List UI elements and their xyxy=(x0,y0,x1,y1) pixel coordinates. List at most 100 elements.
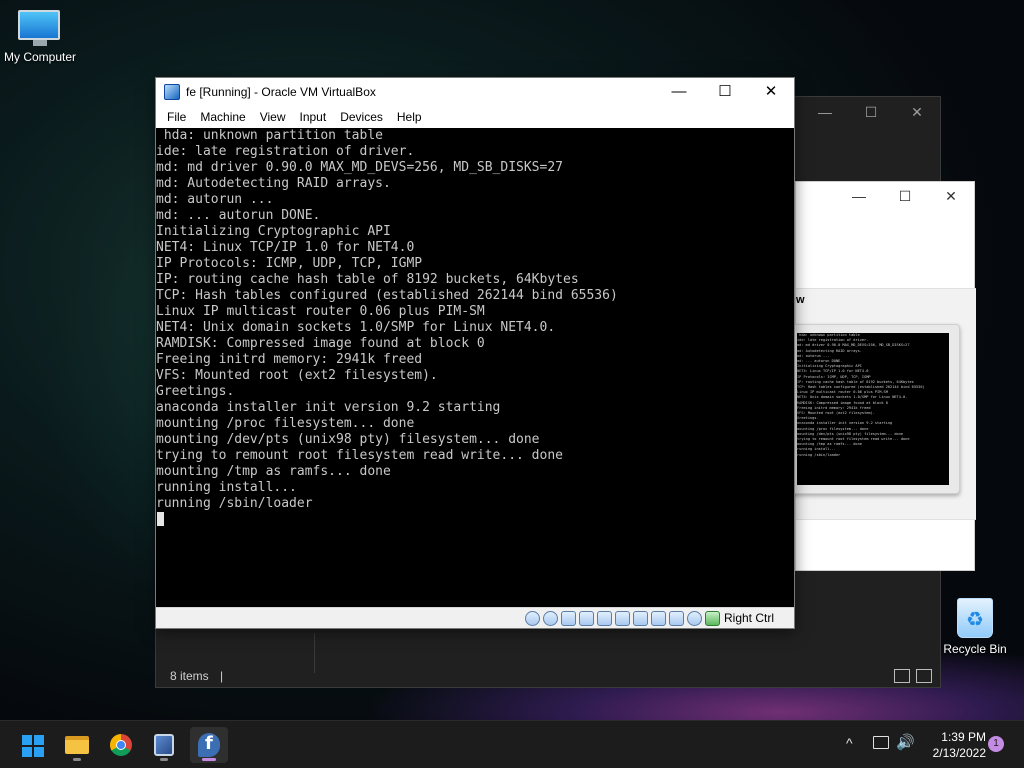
folder-icon xyxy=(65,736,89,754)
dialog-window-controls: — ☐ ✕ xyxy=(836,182,974,210)
text-cursor xyxy=(157,512,164,526)
clock-time: 1:39 PM xyxy=(941,730,986,744)
tiles-view-icon[interactable] xyxy=(916,669,932,683)
recording-icon[interactable] xyxy=(651,611,666,626)
console-line: running install... xyxy=(156,480,297,495)
close-button[interactable]: ✕ xyxy=(748,78,794,106)
recycle-bin-icon xyxy=(957,598,993,638)
preview-line: running /sbin/loader xyxy=(797,452,841,457)
notification-badge[interactable]: 1 xyxy=(988,736,1004,752)
vm-console[interactable]: hda: unknown partition table ide: late re… xyxy=(156,128,794,608)
optical-drive-icon[interactable] xyxy=(543,611,558,626)
console-line: RAMDISK: Compressed image found at block… xyxy=(156,336,485,351)
explorer-window-controls: — ☐ ✕ xyxy=(802,97,940,127)
view-toggle xyxy=(894,669,932,683)
console-line: Initializing Cryptographic API xyxy=(156,224,391,239)
console-output: hda: unknown partition table ide: late re… xyxy=(156,128,794,512)
menu-file[interactable]: File xyxy=(160,110,193,124)
running-indicator xyxy=(73,758,81,761)
chrome-icon xyxy=(110,734,132,756)
minimize-button[interactable]: — xyxy=(836,182,882,210)
menu-view[interactable]: View xyxy=(253,110,293,124)
taskbar-virtualbox[interactable] xyxy=(145,727,183,763)
running-indicator xyxy=(160,758,168,761)
maximize-button[interactable]: ☐ xyxy=(702,78,748,106)
show-hidden-icons-chevron-icon[interactable]: ^ xyxy=(846,735,853,751)
monitor-icon xyxy=(18,10,62,46)
menu-machine[interactable]: Machine xyxy=(193,110,252,124)
details-view-icon[interactable] xyxy=(894,669,910,683)
console-line: hda: unknown partition table xyxy=(156,128,383,143)
taskbar-chrome[interactable] xyxy=(102,727,140,763)
display-icon[interactable] xyxy=(633,611,648,626)
console-line: VFS: Mounted root (ext2 filesystem). xyxy=(156,368,438,383)
menu-help[interactable]: Help xyxy=(390,110,429,124)
clock-date: 2/13/2022 xyxy=(932,746,986,760)
vm-status-bar: Right Ctrl xyxy=(156,607,794,628)
close-button[interactable]: ✕ xyxy=(894,97,940,127)
shared-folders-icon[interactable] xyxy=(615,611,630,626)
maximize-button[interactable]: ☐ xyxy=(848,97,894,127)
audio-icon[interactable] xyxy=(561,611,576,626)
active-indicator xyxy=(202,758,216,761)
taskbar-file-explorer[interactable] xyxy=(58,727,96,763)
console-line: mounting /dev/pts (unix98 pty) filesyste… xyxy=(156,432,540,447)
desktop-icon-recycle-bin[interactable]: Recycle Bin xyxy=(935,598,1015,656)
taskbar-vm-fe[interactable] xyxy=(190,727,228,763)
console-line: NET4: Unix domain sockets 1.0/SMP for Li… xyxy=(156,320,556,335)
divider xyxy=(314,633,315,673)
virtualization-icon[interactable] xyxy=(669,611,684,626)
window-controls: — ☐ ✕ xyxy=(656,78,794,106)
window-title: fe [Running] - Oracle VM VirtualBox xyxy=(186,85,376,99)
usb-icon[interactable] xyxy=(597,611,612,626)
maximize-button[interactable]: ☐ xyxy=(882,182,928,210)
console-line: mounting /tmp as ramfs... done xyxy=(156,464,391,479)
console-line: md: Autodetecting RAID arrays. xyxy=(156,176,391,191)
keyboard-capture-icon[interactable] xyxy=(705,611,720,626)
vm-preview: hda: unknown partition table ide: late re… xyxy=(786,324,960,494)
vm-preview-text: hda: unknown partition table ide: late re… xyxy=(797,333,949,458)
network-icon[interactable] xyxy=(579,611,594,626)
title-bar[interactable]: fe [Running] - Oracle VM VirtualBox — ☐ … xyxy=(156,78,794,106)
network-icon[interactable] xyxy=(873,736,889,749)
fedora-icon xyxy=(198,733,220,757)
console-line: running /sbin/loader xyxy=(156,496,313,511)
virtualbox-icon xyxy=(154,734,174,756)
start-button[interactable] xyxy=(13,727,51,763)
explorer-status-bar: 8 items | xyxy=(170,669,223,683)
console-line: anaconda installer init version 9.2 star… xyxy=(156,400,501,415)
dialog-window[interactable]: — ☐ ✕ w hda: unknown partition table ide:… xyxy=(786,181,976,571)
console-line: trying to remount root filesystem read w… xyxy=(156,448,563,463)
console-line: Greetings. xyxy=(156,384,235,399)
minimize-button[interactable]: — xyxy=(802,97,848,127)
minimize-button[interactable]: — xyxy=(656,78,702,106)
console-line: md: md driver 0.90.0 MAX_MD_DEVS=256, MD… xyxy=(156,160,563,175)
status-icons xyxy=(525,611,720,626)
virtualbox-icon xyxy=(164,84,180,100)
status-divider: | xyxy=(220,669,224,683)
mouse-integration-icon[interactable] xyxy=(687,611,702,626)
console-line: ide: late registration of driver. xyxy=(156,144,415,159)
desktop-icon-label: My Computer xyxy=(3,50,77,64)
menu-bar: File Machine View Input Devices Help xyxy=(156,106,794,128)
hard-disk-icon[interactable] xyxy=(525,611,540,626)
virtualbox-window[interactable]: fe [Running] - Oracle VM VirtualBox — ☐ … xyxy=(155,77,795,629)
console-line: NET4: Linux TCP/IP 1.0 for NET4.0 xyxy=(156,240,415,255)
menu-devices[interactable]: Devices xyxy=(333,110,390,124)
dialog-heading: w xyxy=(796,294,805,306)
windows-logo-icon xyxy=(22,735,44,757)
volume-icon[interactable]: 🔊 xyxy=(896,733,915,751)
taskbar: ^ 🔊 1:39 PM 2/13/2022 1 xyxy=(0,720,1024,768)
console-line: Freeing initrd memory: 2941k freed xyxy=(156,352,423,367)
desktop-icon-my-computer[interactable]: My Computer xyxy=(0,10,80,64)
close-button[interactable]: ✕ xyxy=(928,182,974,210)
clock[interactable]: 1:39 PM 2/13/2022 xyxy=(922,729,986,761)
host-key-label: Right Ctrl xyxy=(723,611,774,625)
console-line: Linux IP multicast router 0.06 plus PIM-… xyxy=(156,304,485,319)
console-line: IP: routing cache hash table of 8192 buc… xyxy=(156,272,579,287)
desktop-icon-label: Recycle Bin xyxy=(943,642,1007,656)
menu-input[interactable]: Input xyxy=(293,110,334,124)
vm-preview-screen: hda: unknown partition table ide: late re… xyxy=(797,333,949,485)
console-line: md: ... autorun DONE. xyxy=(156,208,321,223)
console-line: IP Protocols: ICMP, UDP, TCP, IGMP xyxy=(156,256,423,271)
